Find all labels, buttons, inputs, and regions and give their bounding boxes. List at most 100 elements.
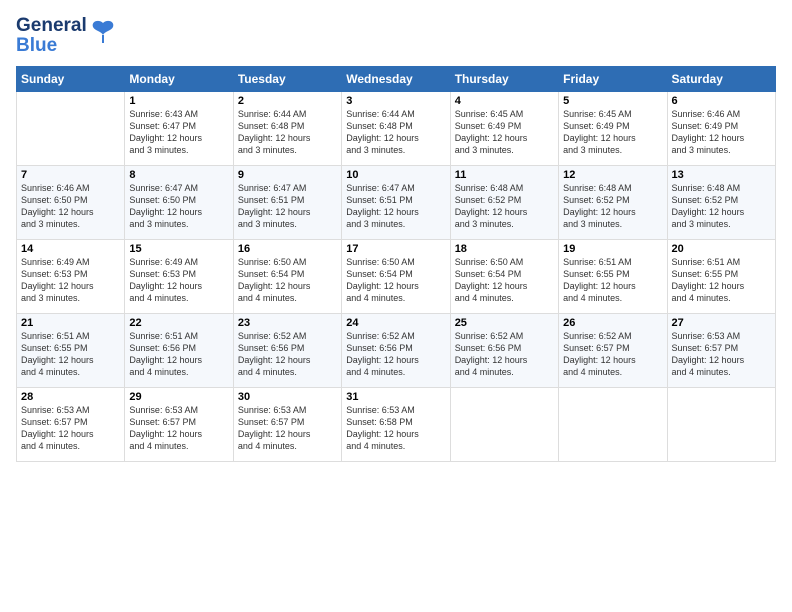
day-cell: 3Sunrise: 6:44 AMSunset: 6:48 PMDaylight…: [342, 91, 450, 165]
day-number: 3: [346, 95, 445, 107]
day-number: 24: [346, 317, 445, 329]
day-info: Sunrise: 6:44 AMSunset: 6:48 PMDaylight:…: [238, 108, 337, 157]
day-cell: 29Sunrise: 6:53 AMSunset: 6:57 PMDayligh…: [125, 387, 233, 461]
day-number: 29: [129, 391, 228, 403]
day-number: 25: [455, 317, 554, 329]
day-info: Sunrise: 6:48 AMSunset: 6:52 PMDaylight:…: [672, 182, 771, 231]
day-number: 13: [672, 169, 771, 181]
day-cell: 23Sunrise: 6:52 AMSunset: 6:56 PMDayligh…: [233, 313, 341, 387]
day-info: Sunrise: 6:53 AMSunset: 6:57 PMDaylight:…: [238, 404, 337, 453]
day-cell: 11Sunrise: 6:48 AMSunset: 6:52 PMDayligh…: [450, 165, 558, 239]
day-cell: 5Sunrise: 6:45 AMSunset: 6:49 PMDaylight…: [559, 91, 667, 165]
day-info: Sunrise: 6:52 AMSunset: 6:57 PMDaylight:…: [563, 330, 662, 379]
day-info: Sunrise: 6:44 AMSunset: 6:48 PMDaylight:…: [346, 108, 445, 157]
day-cell: 8Sunrise: 6:47 AMSunset: 6:50 PMDaylight…: [125, 165, 233, 239]
day-info: Sunrise: 6:51 AMSunset: 6:55 PMDaylight:…: [21, 330, 120, 379]
day-number: 26: [563, 317, 662, 329]
day-cell: 20Sunrise: 6:51 AMSunset: 6:55 PMDayligh…: [667, 239, 775, 313]
day-info: Sunrise: 6:50 AMSunset: 6:54 PMDaylight:…: [455, 256, 554, 305]
day-info: Sunrise: 6:50 AMSunset: 6:54 PMDaylight:…: [346, 256, 445, 305]
day-info: Sunrise: 6:51 AMSunset: 6:56 PMDaylight:…: [129, 330, 228, 379]
day-cell: 18Sunrise: 6:50 AMSunset: 6:54 PMDayligh…: [450, 239, 558, 313]
day-info: Sunrise: 6:51 AMSunset: 6:55 PMDaylight:…: [563, 256, 662, 305]
day-info: Sunrise: 6:49 AMSunset: 6:53 PMDaylight:…: [21, 256, 120, 305]
day-header-sunday: Sunday: [17, 66, 125, 91]
day-cell: 31Sunrise: 6:53 AMSunset: 6:58 PMDayligh…: [342, 387, 450, 461]
calendar-table: SundayMondayTuesdayWednesdayThursdayFrid…: [16, 66, 776, 462]
day-cell: 21Sunrise: 6:51 AMSunset: 6:55 PMDayligh…: [17, 313, 125, 387]
day-cell: 19Sunrise: 6:51 AMSunset: 6:55 PMDayligh…: [559, 239, 667, 313]
week-row-3: 14Sunrise: 6:49 AMSunset: 6:53 PMDayligh…: [17, 239, 776, 313]
day-info: Sunrise: 6:47 AMSunset: 6:51 PMDaylight:…: [346, 182, 445, 231]
week-row-1: 1Sunrise: 6:43 AMSunset: 6:47 PMDaylight…: [17, 91, 776, 165]
day-header-friday: Friday: [559, 66, 667, 91]
day-info: Sunrise: 6:53 AMSunset: 6:57 PMDaylight:…: [21, 404, 120, 453]
day-number: 15: [129, 243, 228, 255]
day-info: Sunrise: 6:53 AMSunset: 6:57 PMDaylight:…: [672, 330, 771, 379]
day-number: 28: [21, 391, 120, 403]
day-number: 27: [672, 317, 771, 329]
day-info: Sunrise: 6:53 AMSunset: 6:57 PMDaylight:…: [129, 404, 228, 453]
day-cell: [450, 387, 558, 461]
day-cell: 30Sunrise: 6:53 AMSunset: 6:57 PMDayligh…: [233, 387, 341, 461]
day-cell: 15Sunrise: 6:49 AMSunset: 6:53 PMDayligh…: [125, 239, 233, 313]
day-info: Sunrise: 6:49 AMSunset: 6:53 PMDaylight:…: [129, 256, 228, 305]
day-number: 23: [238, 317, 337, 329]
day-number: 30: [238, 391, 337, 403]
week-row-5: 28Sunrise: 6:53 AMSunset: 6:57 PMDayligh…: [17, 387, 776, 461]
day-number: 31: [346, 391, 445, 403]
day-info: Sunrise: 6:52 AMSunset: 6:56 PMDaylight:…: [346, 330, 445, 379]
day-cell: 6Sunrise: 6:46 AMSunset: 6:49 PMDaylight…: [667, 91, 775, 165]
day-number: 11: [455, 169, 554, 181]
days-header-row: SundayMondayTuesdayWednesdayThursdayFrid…: [17, 66, 776, 91]
day-header-monday: Monday: [125, 66, 233, 91]
day-number: 21: [21, 317, 120, 329]
day-cell: 26Sunrise: 6:52 AMSunset: 6:57 PMDayligh…: [559, 313, 667, 387]
week-row-2: 7Sunrise: 6:46 AMSunset: 6:50 PMDaylight…: [17, 165, 776, 239]
day-number: 18: [455, 243, 554, 255]
logo-bird-icon: [89, 17, 117, 50]
day-info: Sunrise: 6:48 AMSunset: 6:52 PMDaylight:…: [455, 182, 554, 231]
day-cell: 2Sunrise: 6:44 AMSunset: 6:48 PMDaylight…: [233, 91, 341, 165]
day-number: 6: [672, 95, 771, 107]
day-info: Sunrise: 6:50 AMSunset: 6:54 PMDaylight:…: [238, 256, 337, 305]
day-number: 19: [563, 243, 662, 255]
day-info: Sunrise: 6:43 AMSunset: 6:47 PMDaylight:…: [129, 108, 228, 157]
day-cell: 24Sunrise: 6:52 AMSunset: 6:56 PMDayligh…: [342, 313, 450, 387]
day-number: 8: [129, 169, 228, 181]
day-info: Sunrise: 6:52 AMSunset: 6:56 PMDaylight:…: [455, 330, 554, 379]
day-info: Sunrise: 6:52 AMSunset: 6:56 PMDaylight:…: [238, 330, 337, 379]
logo: General Blue: [16, 16, 117, 56]
day-header-tuesday: Tuesday: [233, 66, 341, 91]
day-number: 2: [238, 95, 337, 107]
day-cell: 28Sunrise: 6:53 AMSunset: 6:57 PMDayligh…: [17, 387, 125, 461]
day-number: 5: [563, 95, 662, 107]
day-number: 20: [672, 243, 771, 255]
day-cell: 25Sunrise: 6:52 AMSunset: 6:56 PMDayligh…: [450, 313, 558, 387]
day-info: Sunrise: 6:45 AMSunset: 6:49 PMDaylight:…: [455, 108, 554, 157]
logo-general: General: [16, 16, 87, 36]
day-number: 9: [238, 169, 337, 181]
day-info: Sunrise: 6:47 AMSunset: 6:50 PMDaylight:…: [129, 182, 228, 231]
day-number: 10: [346, 169, 445, 181]
day-info: Sunrise: 6:47 AMSunset: 6:51 PMDaylight:…: [238, 182, 337, 231]
day-info: Sunrise: 6:45 AMSunset: 6:49 PMDaylight:…: [563, 108, 662, 157]
day-number: 22: [129, 317, 228, 329]
day-cell: 9Sunrise: 6:47 AMSunset: 6:51 PMDaylight…: [233, 165, 341, 239]
day-cell: 7Sunrise: 6:46 AMSunset: 6:50 PMDaylight…: [17, 165, 125, 239]
day-number: 12: [563, 169, 662, 181]
calendar-page: General Blue SundayMondayTuesdayWednesda…: [0, 0, 792, 612]
day-info: Sunrise: 6:46 AMSunset: 6:50 PMDaylight:…: [21, 182, 120, 231]
day-cell: 12Sunrise: 6:48 AMSunset: 6:52 PMDayligh…: [559, 165, 667, 239]
day-number: 17: [346, 243, 445, 255]
day-cell: 1Sunrise: 6:43 AMSunset: 6:47 PMDaylight…: [125, 91, 233, 165]
day-cell: 22Sunrise: 6:51 AMSunset: 6:56 PMDayligh…: [125, 313, 233, 387]
day-number: 7: [21, 169, 120, 181]
day-cell: 13Sunrise: 6:48 AMSunset: 6:52 PMDayligh…: [667, 165, 775, 239]
day-number: 16: [238, 243, 337, 255]
day-cell: 17Sunrise: 6:50 AMSunset: 6:54 PMDayligh…: [342, 239, 450, 313]
day-header-wednesday: Wednesday: [342, 66, 450, 91]
day-info: Sunrise: 6:51 AMSunset: 6:55 PMDaylight:…: [672, 256, 771, 305]
day-header-saturday: Saturday: [667, 66, 775, 91]
day-number: 1: [129, 95, 228, 107]
